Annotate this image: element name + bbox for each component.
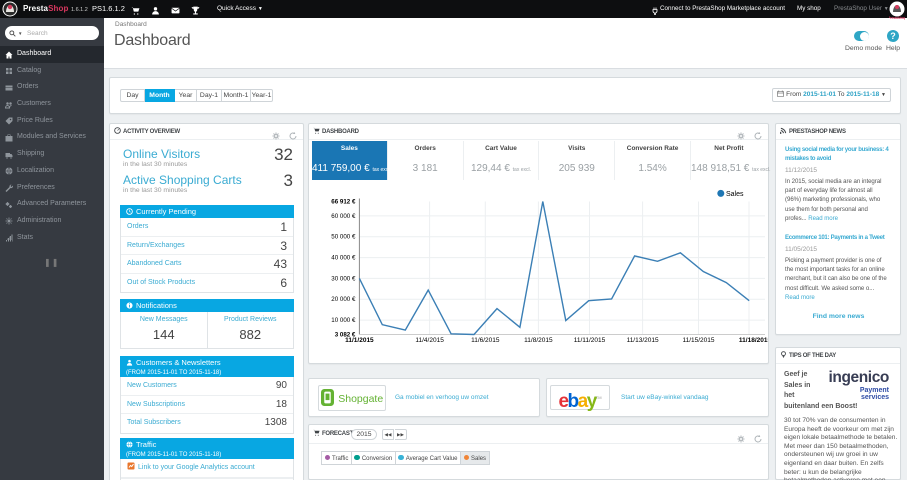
svg-text:11/6/2015: 11/6/2015: [471, 337, 500, 344]
svg-text:20 000 €: 20 000 €: [331, 296, 356, 303]
svg-text:30 000 €: 30 000 €: [331, 275, 356, 282]
svg-text:11/18/2015: 11/18/2015: [739, 337, 768, 344]
svg-text:66 912 €: 66 912 €: [331, 199, 356, 206]
svg-text:60 000 €: 60 000 €: [331, 213, 356, 220]
svg-text:11/15/2015: 11/15/2015: [682, 337, 714, 344]
svg-text:Sales: Sales: [726, 191, 744, 198]
svg-text:50 000 €: 50 000 €: [331, 234, 356, 241]
svg-text:11/11/2015: 11/11/2015: [574, 337, 606, 344]
svg-text:40 000 €: 40 000 €: [331, 255, 356, 262]
svg-text:PrestaShop: PrestaShop: [889, 16, 905, 20]
svg-text:11/4/2015: 11/4/2015: [415, 337, 444, 344]
svg-text:11/8/2015: 11/8/2015: [524, 337, 553, 344]
svg-text:11/1/2015: 11/1/2015: [345, 337, 374, 344]
svg-text:10 000 €: 10 000 €: [331, 317, 356, 324]
svg-text:11/13/2015: 11/13/2015: [627, 337, 659, 344]
